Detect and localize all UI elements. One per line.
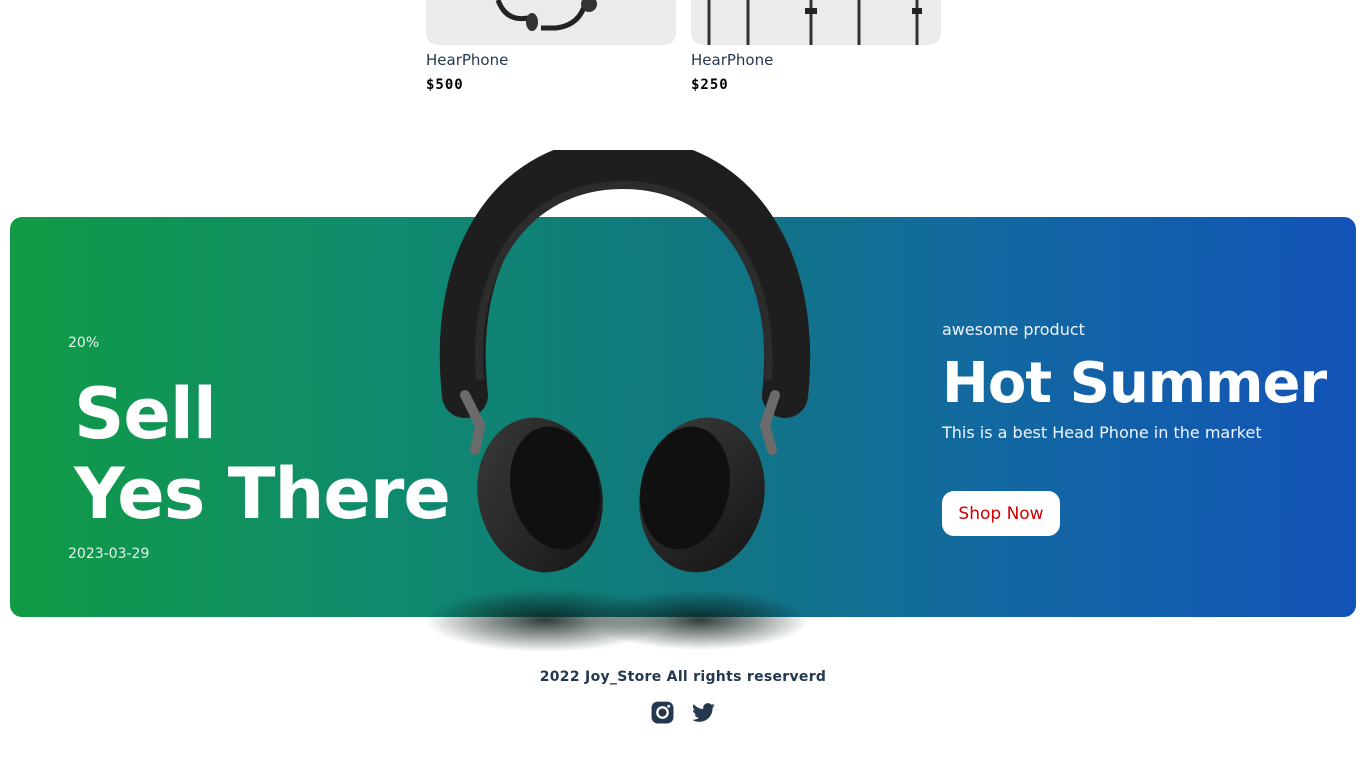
- promo-text: awesome product Hot Summer This is a bes…: [942, 320, 1327, 442]
- product-card[interactable]: HearPhone $500: [426, 0, 676, 93]
- product-name: HearPhone: [691, 51, 774, 69]
- shop-now-button[interactable]: Shop Now: [942, 491, 1060, 536]
- product-image[interactable]: [691, 0, 941, 45]
- earphones-icon: [707, 0, 922, 45]
- social-links: [650, 700, 716, 725]
- footer-copyright: 2022 Joy_Store All rights reserverd: [539, 669, 827, 685]
- headphones-icon: [425, 150, 811, 652]
- twitter-icon[interactable]: [691, 700, 716, 725]
- banner-date: 2023-03-29: [68, 546, 150, 562]
- promo-title: Hot Summer: [942, 351, 1327, 416]
- instagram-icon[interactable]: [650, 700, 675, 725]
- promo-tagline: awesome product: [942, 320, 1085, 339]
- promo-description: This is a best Head Phone in the market: [942, 423, 1262, 442]
- product-price: $500: [426, 77, 464, 93]
- product-card[interactable]: HearPhone $250: [691, 0, 941, 93]
- product-image[interactable]: [426, 0, 676, 45]
- product-price: $250: [691, 77, 729, 93]
- product-name: HearPhone: [426, 51, 509, 69]
- page: HearPhone $500 HearPhone $250 20% Sell Y…: [0, 0, 1366, 768]
- discount-label: 20%: [68, 335, 100, 351]
- headset-icon: [495, 0, 597, 31]
